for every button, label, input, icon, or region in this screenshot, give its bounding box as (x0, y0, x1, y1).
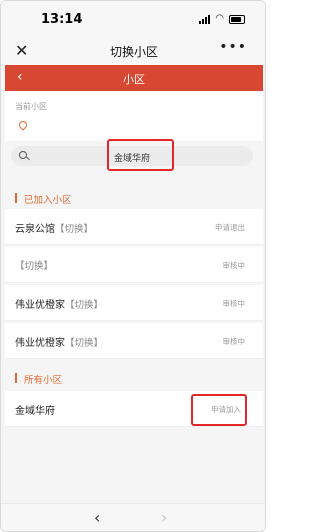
status-badge: 审核中 (222, 299, 246, 308)
page-title: 小区 (123, 73, 145, 86)
section-marker (15, 373, 17, 383)
nav-bar: ✕ 切换小区 ••• (1, 37, 265, 65)
forward-arrow-icon[interactable]: › (161, 508, 167, 527)
joined-row-1: 云泉公馆【切换】 申请退出 (5, 209, 263, 245)
switch-link[interactable]: 【切换】 (55, 224, 93, 235)
current-community-label: 当前小区 (15, 102, 47, 111)
community-name: 【切换】 (15, 258, 53, 272)
switch-link[interactable]: 【切换】 (65, 338, 103, 349)
community-name: 云泉公馆【切换】 (15, 224, 94, 235)
joined-row-4: 伟业优橙家【切换】 审核中 (5, 323, 263, 359)
joined-row-3: 伟业优橙家【切换】 审核中 (5, 285, 263, 321)
wifi-icon: ◠ (215, 13, 224, 24)
community-name: 伟业优橙家【切换】 (15, 338, 104, 349)
status-time: 13:14 (41, 12, 83, 27)
status-badge: 审核中 (222, 337, 246, 346)
section-joined: 已加入小区 (5, 187, 263, 209)
section-all: 所有小区 (5, 367, 263, 389)
switch-link[interactable]: 【切换】 (15, 261, 53, 272)
signal-icon (199, 14, 211, 24)
phone-frame: 13:14 ◠ ✕ 切换小区 ••• ‹ 小区 当前小区 金域华府 已加入小区 … (0, 0, 266, 532)
joined-row-2: 【切换】 审核中 (5, 247, 263, 283)
more-icon[interactable]: ••• (219, 39, 247, 55)
page-header: ‹ 小区 (5, 65, 263, 91)
section-marker (15, 193, 17, 203)
bottom-toolbar: ‹ › (1, 503, 265, 531)
status-icons: ◠ (199, 14, 245, 24)
location-pin-icon (17, 119, 29, 131)
back-arrow-icon[interactable]: ‹ (94, 508, 100, 527)
section-all-title: 所有小区 (24, 375, 63, 386)
join-highlight-box (191, 394, 247, 426)
status-bar: 13:14 ◠ (1, 1, 265, 37)
search-highlight-box (107, 139, 174, 171)
community-name: 伟业优橙家【切换】 (15, 300, 104, 311)
community-name: 金域华府 (15, 406, 55, 417)
battery-icon (229, 14, 245, 24)
quit-request-button[interactable]: 申请退出 (215, 222, 245, 233)
section-joined-title: 已加入小区 (24, 195, 72, 206)
status-badge: 审核中 (222, 261, 246, 270)
current-community: 当前小区 (5, 91, 263, 141)
switch-link[interactable]: 【切换】 (65, 300, 103, 311)
